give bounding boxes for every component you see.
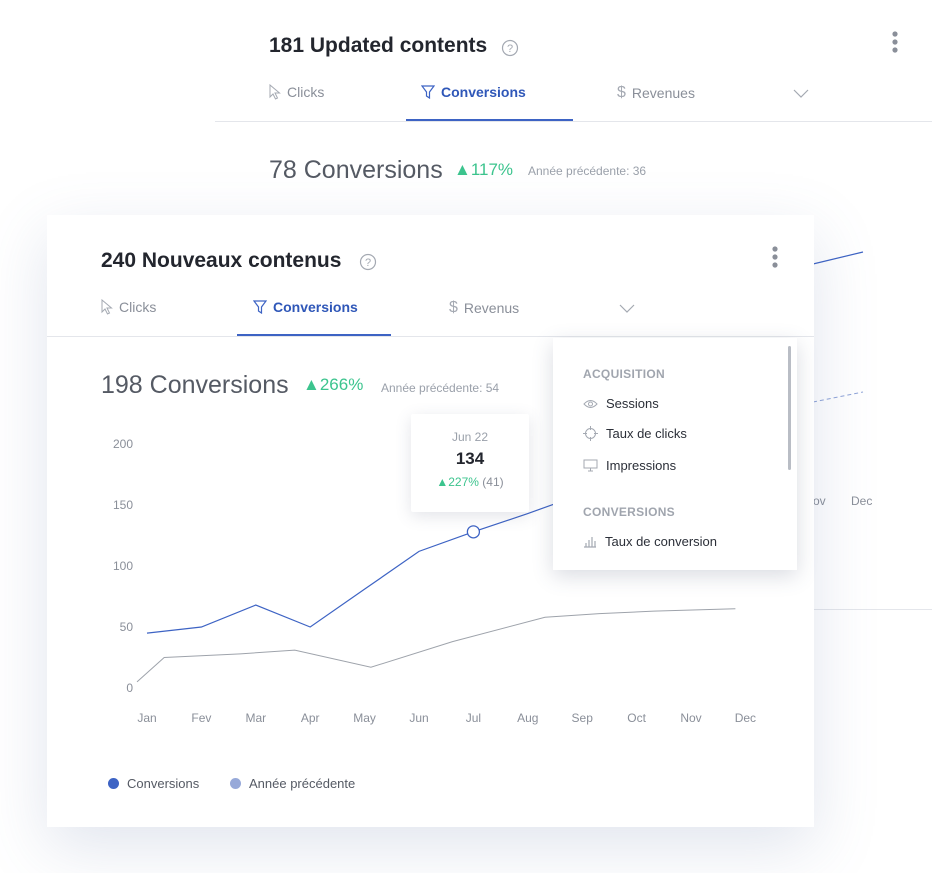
back-series-line bbox=[812, 251, 864, 265]
x-tick-label: Apr bbox=[301, 711, 320, 725]
dropdown-item-label: Impressions bbox=[606, 458, 677, 473]
tooltip-date: Jun 22 bbox=[451, 430, 489, 444]
dropdown-scrollbar[interactable] bbox=[788, 346, 791, 470]
highlighted-data-point bbox=[466, 525, 481, 539]
series-line-conversions bbox=[146, 493, 583, 634]
eye-icon bbox=[583, 399, 598, 408]
dropdown-group-conversions: CONVERSIONS bbox=[583, 505, 675, 519]
x-tick-label: Oct bbox=[627, 711, 646, 725]
series-line-annee-precedente bbox=[136, 608, 736, 683]
crosshair-icon bbox=[583, 426, 598, 441]
legend-label: Conversions bbox=[127, 776, 200, 791]
y-tick-label: 0 bbox=[126, 681, 133, 695]
dropdown-item-taux-de-clicks[interactable]: Taux de clicks bbox=[583, 426, 687, 441]
y-tick-label: 100 bbox=[113, 559, 133, 573]
x-tick-label: Jun bbox=[409, 711, 428, 725]
dropdown-group-acquisition: ACQUISITION bbox=[583, 367, 665, 381]
x-tick-label: Sep bbox=[572, 711, 594, 725]
metrics-dropdown: ACQUISITION Sessions Taux de clicks Impr… bbox=[553, 338, 797, 570]
front-card: 240 Nouveaux contenus ? Clicks Conversio… bbox=[47, 215, 814, 827]
x-tick-label: Jul bbox=[466, 711, 481, 725]
y-tick-label: 150 bbox=[113, 498, 133, 512]
dropdown-item-label: Taux de conversion bbox=[605, 534, 718, 549]
stage: 181 Updated contents ? Clicks Conversion… bbox=[0, 0, 932, 873]
legend-item-conversions[interactable]: Conversions bbox=[108, 776, 199, 791]
bar-chart-icon bbox=[584, 537, 596, 548]
dropdown-item-sessions[interactable]: Sessions bbox=[583, 396, 659, 411]
monitor-icon bbox=[583, 459, 598, 472]
y-tick-label: 50 bbox=[120, 620, 134, 634]
dropdown-item-taux-de-conversion[interactable]: Taux de conversion bbox=[583, 534, 717, 549]
x-tick-label: Dec bbox=[735, 711, 756, 725]
legend-label: Année précédente bbox=[249, 776, 356, 791]
y-tick-label: 200 bbox=[113, 437, 133, 451]
x-tick-label: Aug bbox=[517, 711, 538, 725]
x-tick-label: May bbox=[353, 711, 376, 725]
x-tick-label: Mar bbox=[245, 711, 266, 725]
back-previous-line bbox=[812, 391, 864, 403]
x-tick-label: Fev bbox=[191, 711, 211, 725]
tooltip-value: 134 bbox=[455, 449, 485, 468]
back-month-label: ov bbox=[813, 494, 826, 508]
tooltip-previous: (41) bbox=[482, 475, 504, 489]
dropdown-item-label: Taux de clicks bbox=[606, 426, 687, 441]
legend-dot bbox=[108, 778, 119, 789]
tooltip-delta-value: ▲227% bbox=[436, 475, 479, 489]
chart-tooltip: Jun 22 134 ▲227% (41) bbox=[411, 414, 529, 512]
x-tick-label: Jan bbox=[137, 711, 156, 725]
legend-item-previous-year[interactable]: Année précédente bbox=[230, 776, 355, 791]
dropdown-item-label: Sessions bbox=[606, 396, 659, 411]
dropdown-item-impressions[interactable]: Impressions bbox=[583, 458, 676, 473]
legend-dot bbox=[230, 778, 241, 789]
x-tick-label: Nov bbox=[680, 711, 701, 725]
back-month-label: Dec bbox=[851, 494, 873, 508]
tooltip-delta: ▲227% (41) bbox=[411, 475, 529, 489]
